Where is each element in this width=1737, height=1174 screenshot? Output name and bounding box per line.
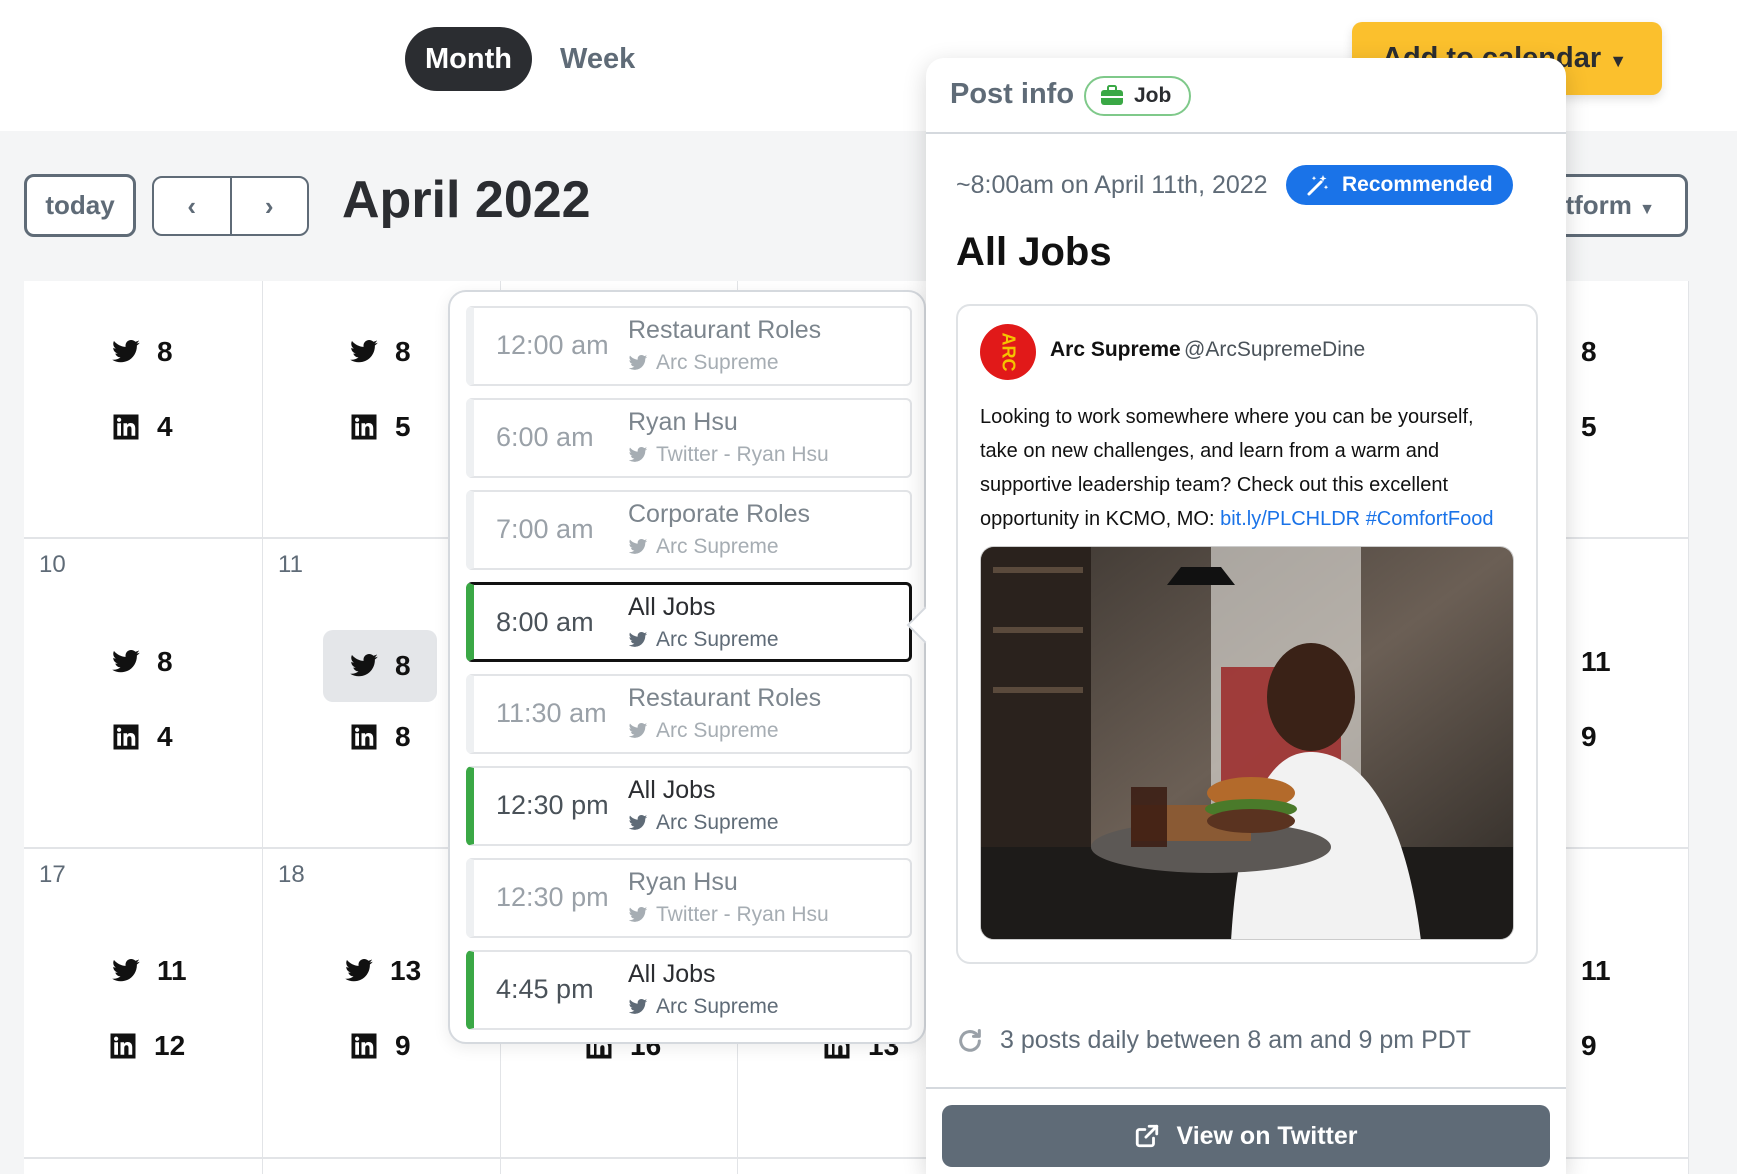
linkedin-count[interactable]: 5	[1581, 411, 1597, 443]
tweet-preview: ARC Arc Supreme @ArcSupremeDine Looking …	[956, 304, 1538, 964]
magic-wand-icon	[1307, 175, 1329, 196]
twitter-icon	[628, 539, 648, 554]
linkedin-icon	[113, 724, 139, 750]
twitter-count[interactable]: 8	[1581, 336, 1597, 368]
linkedin-count[interactable]: 5	[349, 411, 411, 443]
day-number: 11	[278, 551, 303, 578]
prev-month-button[interactable]: ‹	[154, 178, 232, 234]
event-item[interactable]: 7:00 am Corporate Roles Arc Supreme	[466, 490, 912, 570]
twitter-icon	[112, 340, 140, 363]
month-title: April 2022	[342, 171, 591, 229]
twitter-count-selected[interactable]: 8	[323, 630, 437, 702]
linkedin-count[interactable]: 4	[111, 721, 173, 753]
today-button[interactable]: today	[24, 174, 136, 237]
chevron-right-icon: ›	[264, 191, 274, 221]
linkedin-count[interactable]: 9	[1581, 1030, 1597, 1062]
twitter-count[interactable]: 11	[1581, 646, 1611, 678]
week-view-button[interactable]: Week	[560, 27, 635, 91]
event-item-selected[interactable]: 8:00 am All Jobs Arc Supreme	[466, 582, 912, 662]
view-on-twitter-button[interactable]: View on Twitter	[942, 1105, 1550, 1167]
event-item[interactable]: 6:00 am Ryan Hsu Twitter - Ryan Hsu	[466, 398, 912, 478]
twitter-icon	[628, 815, 648, 830]
tweet-image	[980, 546, 1514, 940]
post-scheduled-time: ~8:00am on April 11th, 2022	[956, 171, 1268, 199]
linkedin-icon	[351, 414, 377, 440]
twitter-icon	[112, 959, 140, 982]
job-badge: Job	[1084, 76, 1192, 116]
tweet-handle: @ArcSupremeDine	[1184, 338, 1366, 361]
recommended-badge: Recommended	[1286, 165, 1513, 205]
next-month-button[interactable]: ›	[232, 178, 308, 234]
tweet-text: Looking to work somewhere where you can …	[980, 406, 1494, 530]
linkedin-count[interactable]: 9	[1581, 721, 1597, 753]
tweet-link[interactable]: bit.ly/PLCHLDR	[1220, 508, 1360, 530]
twitter-count[interactable]: 8	[349, 336, 411, 368]
month-view-button[interactable]: Month	[405, 27, 532, 91]
briefcase-icon	[1101, 85, 1123, 105]
caret-down-icon: ▼	[1609, 51, 1628, 71]
twitter-count[interactable]: 8	[111, 646, 173, 678]
day-number: 17	[39, 861, 66, 888]
event-item[interactable]: 4:45 pm All Jobs Arc Supreme	[466, 950, 912, 1030]
event-item[interactable]: 12:30 pm All Jobs Arc Supreme	[466, 766, 912, 846]
caret-down-icon: ▼	[1639, 201, 1655, 218]
external-link-icon	[1136, 1124, 1159, 1148]
linkedin-count[interactable]: 9	[349, 1030, 411, 1062]
linkedin-icon	[351, 1033, 377, 1059]
day-number: 18	[278, 861, 305, 888]
twitter-icon	[350, 340, 378, 363]
post-schedule: 3 posts daily between 8 am and 9 pm PDT	[956, 1026, 1471, 1055]
twitter-icon	[350, 654, 378, 677]
twitter-icon	[628, 999, 648, 1014]
day-events-popover: 12:00 am Restaurant Roles Arc Supreme 6:…	[448, 290, 926, 1044]
chevron-left-icon: ‹	[187, 191, 197, 221]
twitter-count[interactable]: 11	[1581, 955, 1611, 987]
twitter-count[interactable]: 11	[111, 955, 187, 987]
avatar: ARC	[980, 324, 1036, 380]
post-info-panel: Post info Job ~8:00am on April 11th, 202…	[926, 58, 1566, 1174]
post-name: All Jobs	[956, 230, 1112, 274]
twitter-icon	[628, 907, 648, 922]
twitter-icon	[628, 355, 648, 370]
day-number: 10	[39, 551, 66, 578]
twitter-icon	[112, 650, 140, 673]
linkedin-icon	[113, 414, 139, 440]
event-item[interactable]: 12:00 am Restaurant Roles Arc Supreme	[466, 306, 912, 386]
linkedin-icon	[110, 1033, 136, 1059]
twitter-icon	[628, 632, 648, 647]
post-info-title: Post info	[950, 78, 1075, 110]
twitter-count[interactable]: 13	[344, 955, 421, 987]
month-nav: ‹ ›	[152, 176, 309, 236]
event-item[interactable]: 11:30 am Restaurant Roles Arc Supreme	[466, 674, 912, 754]
linkedin-count[interactable]: 4	[111, 411, 173, 443]
twitter-icon	[628, 447, 648, 462]
tweet-author: Arc Supreme	[1050, 338, 1181, 361]
repeat-icon	[959, 1028, 981, 1052]
event-item[interactable]: 12:30 pm Ryan Hsu Twitter - Ryan Hsu	[466, 858, 912, 938]
linkedin-count[interactable]: 12	[108, 1030, 185, 1062]
linkedin-count[interactable]: 8	[349, 721, 411, 753]
post-info-header: Post info Job	[926, 58, 1566, 134]
linkedin-icon	[351, 724, 377, 750]
twitter-icon	[628, 723, 648, 738]
twitter-count[interactable]: 8	[111, 336, 173, 368]
tweet-hashtag[interactable]: #ComfortFood	[1366, 508, 1494, 530]
twitter-icon	[345, 959, 373, 982]
